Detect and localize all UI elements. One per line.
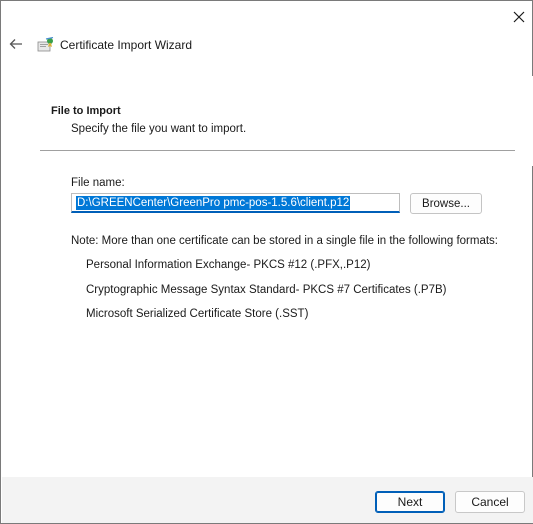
- back-arrow-icon: [9, 39, 22, 49]
- format-item: Cryptographic Message Syntax Standard- P…: [86, 284, 447, 296]
- wizard-footer: Next Cancel: [2, 477, 533, 523]
- file-name-input[interactable]: D:\GREENCenter\GreenPro pmc-pos-1.5.6\cl…: [71, 193, 400, 213]
- close-icon: [513, 11, 524, 22]
- format-item: Personal Information Exchange- PKCS #12 …: [86, 259, 371, 271]
- back-button[interactable]: [7, 35, 25, 53]
- section-title: File to Import: [51, 105, 121, 117]
- wizard-title: Certificate Import Wizard: [60, 38, 193, 52]
- note-text: Note: More than one certificate can be s…: [71, 235, 499, 247]
- file-name-value: D:\GREENCenter\GreenPro pmc-pos-1.5.6\cl…: [76, 195, 351, 210]
- section-description: Specify the file you want to import.: [71, 123, 247, 135]
- cancel-button[interactable]: Cancel: [455, 491, 525, 513]
- format-item: Microsoft Serialized Certificate Store (…: [86, 308, 309, 320]
- file-name-label: File name:: [71, 177, 125, 189]
- divider: [40, 150, 515, 151]
- browse-button[interactable]: Browse...: [410, 193, 482, 214]
- certificate-wizard-icon: [37, 37, 54, 52]
- wizard-header: Certificate Import Wizard: [1, 29, 533, 61]
- close-button[interactable]: [503, 1, 533, 32]
- next-button[interactable]: Next: [375, 491, 445, 513]
- wizard-window: Certificate Import Wizard File to Import…: [0, 0, 533, 524]
- section-header: File to Import Specify the file you want…: [1, 76, 533, 166]
